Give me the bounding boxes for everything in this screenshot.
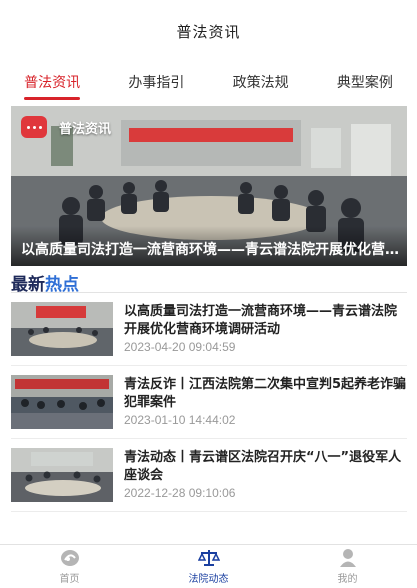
nav-item-court-news[interactable]: 法院动态	[139, 545, 278, 588]
news-date: 2022-12-28 09:10:06	[124, 486, 236, 500]
news-title: 以高质量司法打造一流营商环境——青云谱法院开展优化营商环境调研活动	[124, 304, 398, 337]
tab-banshi-zhiyin[interactable]: 办事指引	[104, 62, 208, 102]
home-icon	[59, 548, 81, 568]
news-list: 以高质量司法打造一流营商环境——青云谱法院开展优化营商环境调研活动 2023-0…	[11, 293, 407, 512]
news-date: 2023-04-20 09:04:59	[124, 340, 236, 354]
news-thumbnail	[11, 448, 113, 502]
list-item[interactable]: 青法动态丨青云谱区法院召开庆“八一”退役军人座谈会 2022-12-28 09:…	[11, 439, 407, 512]
news-thumbnail	[11, 375, 113, 429]
nav-label-court-news: 法院动态	[188, 574, 229, 585]
nav-item-mine[interactable]: 我的	[278, 545, 417, 588]
hero-badge: 普法资讯	[21, 116, 111, 138]
nav-label-mine: 我的	[337, 574, 358, 585]
hero-caption: 以高质量司法打造一流营商环境——青云谱法院开展优化营商环境调研活动	[21, 242, 399, 258]
tab-zhengce-fagui[interactable]: 政策法规	[209, 62, 313, 102]
bottom-navigation: 首页 法院动态 我的	[0, 544, 417, 588]
news-thumbnail	[11, 302, 113, 356]
news-date: 2023-01-10 14:44:02	[124, 413, 236, 427]
tab-dianxing-anli[interactable]: 典型案例	[313, 62, 417, 102]
list-item[interactable]: 以高质量司法打造一流营商环境——青云谱法院开展优化营商环境调研活动 2023-0…	[11, 293, 407, 366]
hero-caption-bar: 以高质量司法打造一流营商环境——青云谱法院开展优化营商环境调研活动	[11, 226, 407, 266]
nav-item-home[interactable]: 首页	[0, 545, 139, 588]
news-title: 青法反诈丨江西法院第二次集中宣判5起养老诈骗犯罪案件	[124, 377, 407, 410]
nav-label-home: 首页	[59, 574, 80, 585]
top-bar: 普法资讯	[0, 0, 417, 62]
scales-icon	[197, 548, 220, 568]
list-item[interactable]: 青法反诈丨江西法院第二次集中宣判5起养老诈骗犯罪案件 2023-01-10 14…	[11, 366, 407, 439]
tab-pufa-zixun[interactable]: 普法资讯	[0, 62, 104, 102]
hero-banner[interactable]: 普法资讯 以高质量司法打造一流营商环境——青云谱法院开展优化营商环境调研活动	[11, 106, 407, 266]
category-tabs: 普法资讯 办事指引 政策法规 典型案例	[0, 62, 417, 102]
hero-badge-label: 普法资讯	[59, 121, 112, 137]
page-title: 普法资讯	[176, 22, 241, 41]
user-icon	[337, 548, 359, 568]
news-title: 青法动态丨青云谱区法院召开庆“八一”退役军人座谈会	[124, 450, 402, 483]
chat-bubble-icon	[21, 116, 47, 138]
